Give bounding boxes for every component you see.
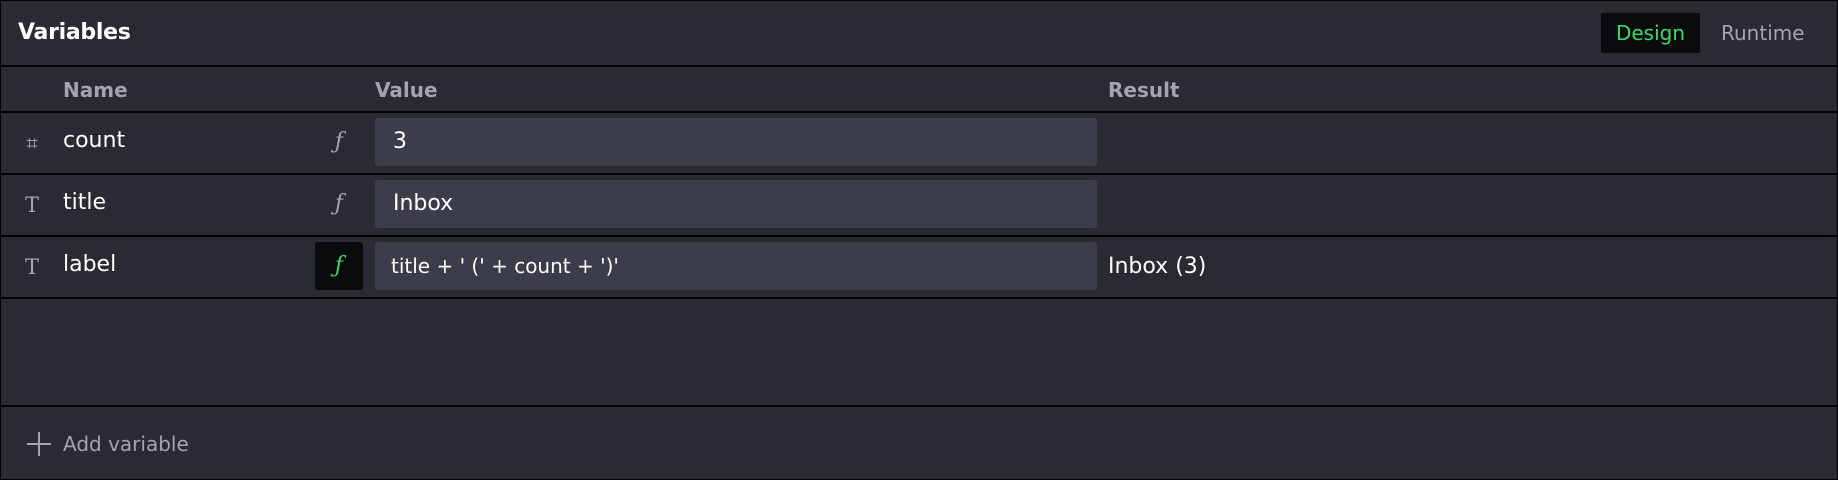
add-variable-label: Add variable (63, 432, 189, 456)
panel-footer: Add variable (1, 407, 1837, 479)
hash-icon: ⌗ (26, 131, 38, 155)
variable-name[interactable]: label (63, 252, 116, 277)
function-toggle-icon[interactable]: ƒ (315, 118, 363, 166)
plus-icon (27, 432, 51, 456)
variable-name[interactable]: title (63, 190, 106, 215)
empty-rows-area (1, 299, 1837, 407)
text-type-icon: T (24, 193, 39, 217)
mode-toggle: Design Runtime (1601, 13, 1820, 53)
variable-row: ⌗ count ƒ 3 (1, 113, 1837, 175)
design-mode-button[interactable]: Design (1601, 13, 1700, 53)
variable-value-input[interactable]: 3 (375, 118, 1097, 166)
variable-row: T title ƒ Inbox (1, 175, 1837, 237)
variable-name[interactable]: count (63, 128, 125, 153)
variables-panel: Variables Design Runtime Name Value Resu… (0, 0, 1838, 480)
result-column-header: Result (1108, 78, 1180, 102)
add-variable-button[interactable]: Add variable (27, 429, 189, 459)
variable-row: T label ƒ title + ' (' + count + ')' Inb… (1, 237, 1837, 299)
name-column-header: Name (63, 78, 128, 102)
column-header-row: Name Value Result (1, 67, 1837, 113)
variable-value-input[interactable]: Inbox (375, 180, 1097, 228)
text-type-icon: T (24, 255, 39, 279)
variable-result: Inbox (3) (1108, 254, 1207, 279)
variable-expression-input[interactable]: title + ' (' + count + ')' (375, 242, 1097, 290)
function-toggle-icon[interactable]: ƒ (315, 242, 363, 290)
runtime-mode-button[interactable]: Runtime (1700, 13, 1820, 53)
panel-header: Variables Design Runtime (1, 1, 1837, 67)
function-toggle-icon[interactable]: ƒ (315, 180, 363, 228)
panel-title: Variables (18, 20, 131, 45)
value-column-header: Value (375, 78, 438, 102)
